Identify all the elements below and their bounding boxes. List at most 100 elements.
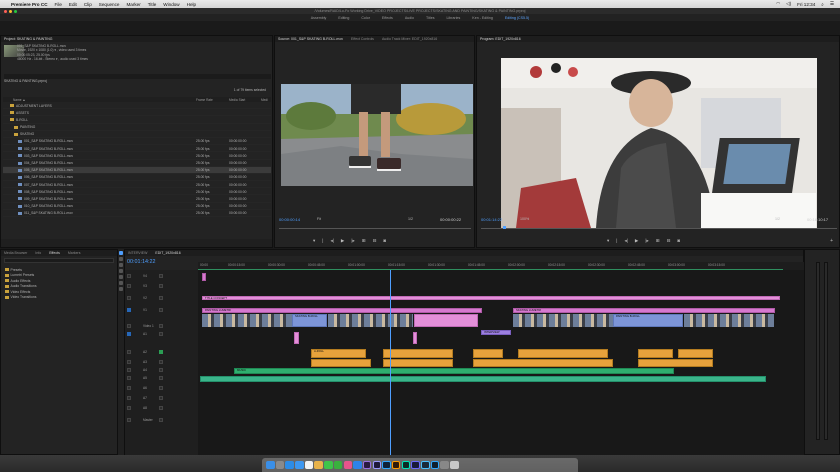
prelude-icon[interactable] xyxy=(421,460,430,470)
timeline-clip[interactable] xyxy=(678,349,713,358)
app-menu[interactable]: Premiere Pro CC xyxy=(11,2,48,7)
mark-in-icon[interactable]: ▾ xyxy=(313,238,315,244)
track-select-tool-icon[interactable] xyxy=(119,257,123,261)
project-clip-row[interactable]: 010_S&P SKATING B-ROLL.mov 25.00 fps 00:00… xyxy=(3,203,271,210)
track-target-toggle[interactable] xyxy=(127,324,131,328)
extract-icon[interactable]: ⊟ xyxy=(667,238,671,244)
col-media-start[interactable]: Media Start xyxy=(229,98,245,102)
minimize-window-button[interactable] xyxy=(9,9,12,13)
track-target-toggle[interactable] xyxy=(127,418,131,422)
workspace-libraries[interactable]: Libraries xyxy=(447,16,461,20)
track-mute-toggle[interactable] xyxy=(159,368,163,372)
wifi-icon[interactable]: ◠ xyxy=(776,1,780,7)
add-button-icon[interactable]: + xyxy=(830,238,833,244)
aftereffects-icon[interactable] xyxy=(372,460,382,470)
track-mute-toggle[interactable] xyxy=(159,274,163,278)
track-target-toggle[interactable] xyxy=(127,406,131,410)
project-clip-row[interactable]: 005_S&P SKATING B-ROLL.mov 25.00 fps 00:00… xyxy=(3,166,271,174)
workspace-editing[interactable]: Editing xyxy=(338,16,349,20)
program-playhead-marker[interactable] xyxy=(503,226,506,229)
messages-icon[interactable] xyxy=(324,460,333,470)
tab-sequence-interview[interactable]: INTERVIEW xyxy=(128,251,147,255)
track-mute-toggle[interactable] xyxy=(159,406,163,410)
timeline-clip[interactable] xyxy=(473,359,613,367)
timeline-clip[interactable] xyxy=(200,376,766,382)
tab-media-browser[interactable]: Media Browser xyxy=(4,251,27,255)
timeline-clip[interactable]: A-ROLL xyxy=(311,349,366,358)
source-fit-select[interactable]: Fit xyxy=(317,217,321,221)
itunes-icon[interactable] xyxy=(343,460,352,470)
mediaencoder-icon[interactable] xyxy=(411,460,420,470)
tab-source[interactable]: Source: 001_S&P SKATING B-ROLL.mov xyxy=(278,37,343,41)
project-clip-row[interactable]: 008_S&P SKATING B-ROLL.mov 25.00 fps 00:00… xyxy=(3,188,271,196)
track-target-toggle[interactable] xyxy=(127,350,131,354)
workspace-color[interactable]: Color xyxy=(361,16,370,20)
lift-icon[interactable]: ⊞ xyxy=(656,238,660,244)
export-frame-icon[interactable]: ◙ xyxy=(383,238,386,244)
workspace-editing-cs55[interactable]: Editing (CS5.5) xyxy=(505,16,529,20)
col-media[interactable]: Medi xyxy=(261,98,268,102)
timeline-clip[interactable] xyxy=(202,273,206,281)
step-forward-icon[interactable]: |▸ xyxy=(351,238,354,244)
tab-project[interactable]: Project: SKATING & PAINTING xyxy=(4,37,53,41)
track-mute-toggle[interactable] xyxy=(159,360,163,364)
launchpad-icon[interactable] xyxy=(275,460,285,470)
tab-info[interactable]: Info xyxy=(35,251,41,255)
project-clip-row[interactable]: 009_S&P SKATING B-ROLL.mov 25.00 fps 00:00… xyxy=(3,195,271,203)
track-target-toggle[interactable] xyxy=(127,308,131,312)
step-back-icon[interactable]: ◂| xyxy=(330,238,333,244)
effects-folder-video-transitions[interactable]: Video Transitions xyxy=(1,295,119,301)
tab-sequence-edit[interactable]: EDIT_1920x816 xyxy=(155,251,180,255)
step-back-icon[interactable]: ◂| xyxy=(624,238,627,244)
tab-markers[interactable]: Markers xyxy=(68,251,81,255)
track-mute-toggle[interactable] xyxy=(159,296,163,300)
play-icon[interactable]: ▶ xyxy=(635,238,638,244)
selection-tool-icon[interactable] xyxy=(119,251,123,255)
program-timecode[interactable]: 00:01:14:22 xyxy=(481,217,502,222)
tab-program[interactable]: Program: EDIT_1920x816 xyxy=(480,37,521,41)
project-clip-row[interactable]: 004_S&P SKATING B-ROLL.mov 25.00 fps 00:00… xyxy=(3,160,271,167)
program-scrub-bar[interactable] xyxy=(481,228,837,229)
mark-in-icon[interactable]: ▾ xyxy=(607,238,609,244)
track-mute-toggle[interactable] xyxy=(159,396,163,400)
menu-help[interactable]: Help xyxy=(187,2,196,7)
timeline-ruler[interactable]: 00:00 00:00:15:00 00:00:30:00 00:00:45:0… xyxy=(198,262,804,270)
timeline-clip[interactable] xyxy=(383,349,453,358)
track-mute-toggle[interactable] xyxy=(159,332,163,336)
timeline-clip[interactable]: SKATING B-ROLL xyxy=(292,314,327,327)
workspace-ken-editing[interactable]: Ken - Editing xyxy=(472,16,493,20)
source-scrub-bar[interactable] xyxy=(279,228,471,229)
project-bin-row[interactable]: B-ROLL xyxy=(3,116,271,124)
workspace-effects[interactable]: Effects xyxy=(382,16,393,20)
timeline-clip[interactable]: INTERVIEW xyxy=(481,330,511,335)
tab-audio-track-mixer[interactable]: Audio Track Mixer: EDIT_1920x816 xyxy=(382,37,437,41)
photos-icon[interactable] xyxy=(314,460,323,470)
appstore-icon[interactable] xyxy=(353,460,362,470)
project-bin-row[interactable]: ADJUSTMENT LAYERS xyxy=(3,102,271,110)
spotlight-icon[interactable]: ⌕ xyxy=(821,2,824,7)
audition-icon[interactable] xyxy=(401,460,411,470)
pen-tool-icon[interactable] xyxy=(119,281,123,285)
trash-icon[interactable] xyxy=(450,460,459,470)
track-target-toggle[interactable] xyxy=(127,396,131,400)
timeline-clip[interactable]: SKATING LUMETRI xyxy=(513,308,775,313)
tab-effects[interactable]: Effects xyxy=(49,251,60,255)
menu-clip[interactable]: Clip xyxy=(84,2,92,7)
timeline-clip[interactable] xyxy=(202,314,292,327)
track-mute-toggle[interactable] xyxy=(159,284,163,288)
menu-edit[interactable]: Edit xyxy=(69,2,77,7)
project-clip-row[interactable]: 003_S&P SKATING B-ROLL.mov 25.00 fps 00:00… xyxy=(3,152,271,160)
source-quality-select[interactable]: 1/2 xyxy=(408,217,413,221)
col-frame-rate[interactable]: Frame Rate xyxy=(196,98,213,102)
program-quality-select[interactable]: 1/2 xyxy=(775,217,780,221)
track-target-toggle[interactable] xyxy=(127,386,131,390)
effects-search-input[interactable] xyxy=(4,258,114,263)
timeline-clip[interactable] xyxy=(513,314,613,327)
menu-title[interactable]: Title xyxy=(148,2,157,7)
track-mute-toggle[interactable] xyxy=(159,386,163,390)
play-icon[interactable]: ▶ xyxy=(341,238,344,244)
workspace-audio[interactable]: Audio xyxy=(405,16,414,20)
notification-icon[interactable]: ☰ xyxy=(830,1,834,7)
razor-tool-icon[interactable] xyxy=(119,269,123,273)
illustrator-icon[interactable] xyxy=(391,460,401,470)
